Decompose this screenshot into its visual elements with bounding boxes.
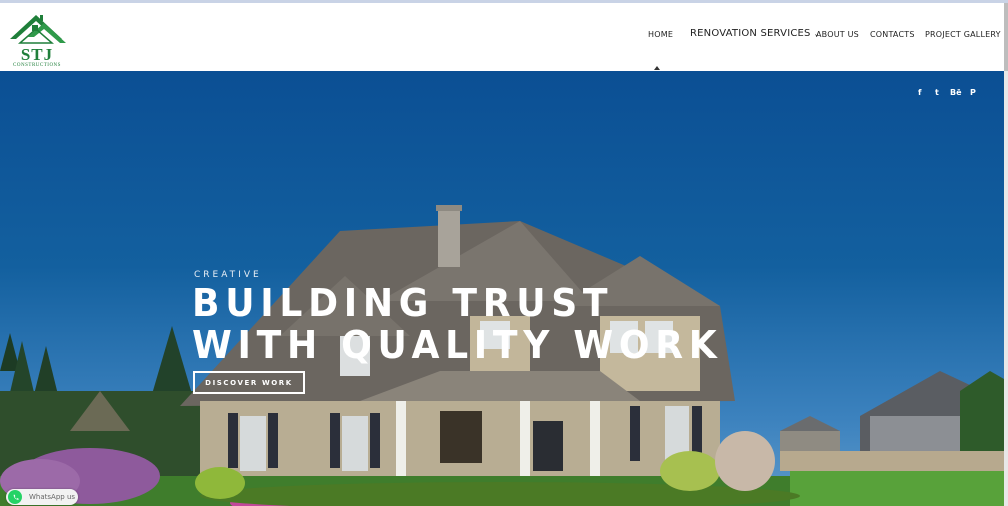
- whatsapp-label: WhatsApp us: [29, 493, 76, 501]
- page-scrollbar[interactable]: [1004, 3, 1008, 506]
- whatsapp-icon: [8, 490, 22, 504]
- discover-work-button[interactable]: DISCOVER WORK: [193, 371, 305, 394]
- hero-headline-line-2: WITH QUALITY WORK: [192, 323, 723, 367]
- house-roof-logo-icon: [10, 15, 66, 44]
- whatsapp-button[interactable]: WhatsApp us: [6, 489, 78, 505]
- pinterest-icon[interactable]: P: [970, 88, 976, 97]
- nav-renovation-services-label: RENOVATION SERVICES: [690, 28, 811, 39]
- brand-logo[interactable]: STJ CONSTRUCTIONS: [6, 9, 70, 68]
- facebook-icon[interactable]: f: [918, 88, 921, 97]
- phone-icon: [13, 494, 19, 500]
- brand-name: STJ: [20, 45, 54, 64]
- nav-contacts[interactable]: CONTACTS: [870, 30, 915, 39]
- behance-icon[interactable]: Bē: [950, 88, 962, 97]
- nav-about-us[interactable]: ABOUT US: [816, 30, 859, 39]
- hero-eyebrow: CREATIVE: [194, 270, 262, 280]
- nav-renovation-services[interactable]: RENOVATION SERVICES ⌄: [690, 28, 820, 39]
- active-nav-indicator: [654, 66, 660, 70]
- nav-project-gallery[interactable]: PROJECT GALLERY: [925, 30, 1001, 39]
- nav-home[interactable]: HOME: [648, 30, 673, 39]
- site-header: STJ CONSTRUCTIONS HOME RENOVATION SERVIC…: [0, 3, 1004, 71]
- hero-banner: f t Bē P CREATIVE BUILDING TRUST WITH QU…: [0, 71, 1004, 506]
- twitter-icon[interactable]: t: [935, 88, 939, 97]
- page-scrollbar-thumb[interactable]: [1004, 3, 1008, 71]
- hero-headline-line-1: BUILDING TRUST: [192, 281, 614, 325]
- brand-tagline: CONSTRUCTIONS: [13, 63, 61, 68]
